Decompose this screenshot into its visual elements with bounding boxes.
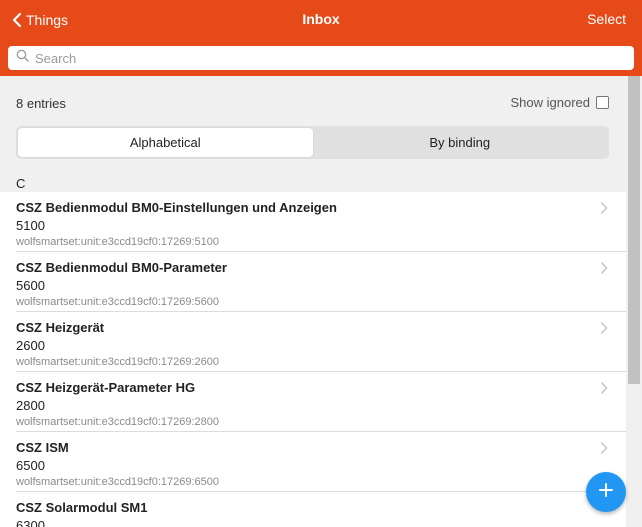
- chevron-right-icon: [600, 381, 608, 400]
- plus-icon: [598, 482, 614, 503]
- item-representation: 6500: [16, 458, 45, 473]
- scrollbar[interactable]: [626, 76, 642, 527]
- search-bar[interactable]: [8, 46, 634, 70]
- scrollbar-thumb[interactable]: [628, 76, 640, 384]
- list-item[interactable]: CSZ Bedienmodul BM0-Parameter 5600 wolfs…: [0, 252, 626, 312]
- segment-alphabetical[interactable]: Alphabetical: [18, 128, 313, 157]
- segment-by-binding[interactable]: By binding: [313, 128, 608, 157]
- search-input[interactable]: [35, 50, 615, 66]
- page-title: Inbox: [302, 11, 340, 27]
- list-item[interactable]: CSZ Solarmodul SM1 6300: [0, 492, 626, 527]
- show-ignored-label: Show ignored: [510, 95, 591, 110]
- list-item[interactable]: CSZ Heizgerät-Parameter HG 2800 wolfsmar…: [0, 372, 626, 432]
- item-uid: wolfsmartset:unit:e3ccd19cf0:17269:5600: [16, 296, 220, 308]
- select-button[interactable]: Select: [587, 11, 626, 27]
- item-uid: wolfsmartset:unit:e3ccd19cf0:17269:2600: [16, 356, 220, 368]
- inbox-list: CSZ Bedienmodul BM0-Einstellungen und An…: [0, 192, 626, 527]
- show-ignored-toggle[interactable]: Show ignored: [510, 95, 609, 110]
- item-uid: wolfsmartset:unit:e3ccd19cf0:17269:6500: [16, 476, 220, 488]
- item-title: CSZ Bedienmodul BM0-Einstellungen und An…: [16, 200, 337, 215]
- item-representation: 2800: [16, 398, 45, 413]
- app-window: Things Inbox Select 8 entries Show ignor…: [0, 0, 642, 527]
- show-ignored-checkbox[interactable]: [596, 96, 609, 109]
- item-representation: 5600: [16, 278, 45, 293]
- item-title: CSZ Heizgerät-Parameter HG: [16, 380, 196, 395]
- item-uid: wolfsmartset:unit:e3ccd19cf0:17269:2800: [16, 416, 220, 428]
- inbox-content: 8 entries Show ignored Alphabetical By b…: [0, 76, 626, 527]
- nav-row: Things Inbox Select: [0, 0, 642, 40]
- header-bar: Things Inbox Select: [0, 0, 642, 76]
- item-representation: 6300: [16, 518, 45, 527]
- item-uid: wolfsmartset:unit:e3ccd19cf0:17269:5100: [16, 236, 220, 248]
- add-thing-button[interactable]: [586, 472, 626, 512]
- chevron-right-icon: [600, 201, 608, 220]
- entries-count: 8 entries: [16, 96, 66, 111]
- section-header: C: [16, 176, 26, 191]
- list-item[interactable]: CSZ ISM 6500 wolfsmartset:unit:e3ccd19cf…: [0, 432, 626, 492]
- item-title: CSZ Heizgerät: [16, 320, 105, 335]
- chevron-right-icon: [600, 261, 608, 280]
- item-title: CSZ ISM: [16, 440, 69, 455]
- chevron-right-icon: [600, 441, 608, 460]
- list-item[interactable]: CSZ Heizgerät 2600 wolfsmartset:unit:e3c…: [0, 312, 626, 372]
- item-representation: 5100: [16, 218, 45, 233]
- sort-segmented-control: Alphabetical By binding: [16, 126, 609, 159]
- search-icon: [16, 49, 29, 67]
- item-title: CSZ Solarmodul SM1: [16, 500, 148, 515]
- item-representation: 2600: [16, 338, 45, 353]
- item-title: CSZ Bedienmodul BM0-Parameter: [16, 260, 227, 275]
- summary-row: 8 entries Show ignored: [0, 76, 626, 126]
- chevron-right-icon: [600, 321, 608, 340]
- list-item[interactable]: CSZ Bedienmodul BM0-Einstellungen und An…: [0, 192, 626, 252]
